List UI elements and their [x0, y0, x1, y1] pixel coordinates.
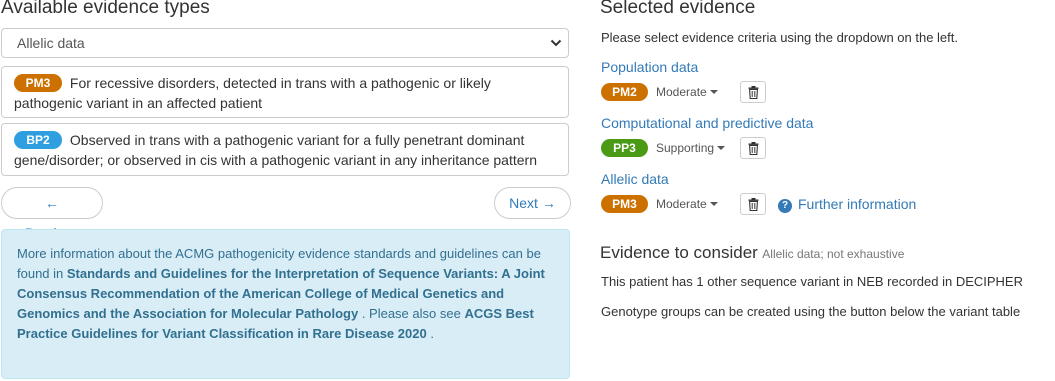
delete-button[interactable] — [740, 137, 766, 159]
evidence-option-text: Observed in trans with a pathogenic vari… — [14, 132, 537, 168]
acmg-info-panel: More information about the ACMG pathogen… — [1, 229, 570, 379]
selected-evidence-pp3: PP3 Supporting — [601, 139, 736, 157]
strength-label: Moderate — [656, 85, 707, 99]
available-evidence-title: Available evidence types — [1, 0, 210, 18]
caret-down-icon — [709, 202, 718, 206]
evidence-code-badge: PM3 — [14, 74, 62, 92]
selection-instruction: Please select evidence criteria using th… — [601, 30, 958, 45]
strength-dropdown[interactable]: Supporting — [656, 141, 726, 155]
evidence-code-badge: BP2 — [14, 131, 62, 149]
evidence-option-pm3[interactable]: PM3 For recessive disorders, detected in… — [1, 66, 569, 118]
info-text: . — [430, 326, 434, 341]
evidence-type-select-value: Allelic data — [17, 35, 85, 51]
chevron-down-icon — [550, 39, 562, 47]
previous-button[interactable]: ← Previous — [1, 187, 103, 241]
further-information-label: Further information — [798, 196, 917, 212]
evidence-option-text: For recessive disorders, detected in tra… — [14, 75, 491, 111]
caret-down-icon — [717, 146, 726, 150]
trash-icon — [748, 198, 759, 211]
evidence-code-badge: PM2 — [601, 83, 648, 101]
strength-label: Supporting — [656, 141, 715, 155]
strength-dropdown[interactable]: Moderate — [656, 197, 718, 211]
evidence-option-bp2[interactable]: BP2 Observed in trans with a pathogenic … — [1, 123, 569, 176]
info-text: . Please also see — [361, 306, 461, 321]
strength-label: Moderate — [656, 197, 707, 211]
group-heading-population-data[interactable]: Population data — [601, 58, 698, 76]
evidence-code-badge: PP3 — [601, 139, 648, 157]
selected-evidence-title: Selected evidence — [600, 0, 756, 18]
evidence-to-consider-subtitle: Allelic data; not exhaustive — [762, 247, 905, 261]
strength-dropdown[interactable]: Moderate — [656, 85, 718, 99]
delete-button[interactable] — [740, 81, 766, 103]
caret-down-icon — [709, 90, 718, 94]
question-circle-icon: ? — [778, 199, 792, 213]
trash-icon — [748, 86, 759, 99]
next-button[interactable]: Next → — [494, 187, 571, 219]
evidence-to-consider-header: Evidence to consider Allelic data; not e… — [600, 243, 904, 263]
consider-line-genotype-groups: Genotype groups can be created using the… — [601, 304, 1021, 319]
trash-icon — [748, 142, 759, 155]
evidence-to-consider-title: Evidence to consider — [600, 243, 758, 262]
consider-line-other-variant: This patient has 1 other sequence varian… — [601, 274, 1023, 289]
evidence-code-badge: PM3 — [601, 195, 648, 213]
group-heading-computational-data[interactable]: Computational and predictive data — [601, 114, 813, 132]
selected-evidence-pm2: PM2 Moderate — [601, 83, 731, 101]
evidence-type-select[interactable]: Allelic data — [1, 28, 569, 58]
further-information-link[interactable]: ? Further information — [778, 195, 916, 213]
selected-evidence-pm3: PM3 Moderate — [601, 195, 731, 213]
group-heading-allelic-data[interactable]: Allelic data — [601, 170, 669, 188]
delete-button[interactable] — [740, 193, 766, 215]
